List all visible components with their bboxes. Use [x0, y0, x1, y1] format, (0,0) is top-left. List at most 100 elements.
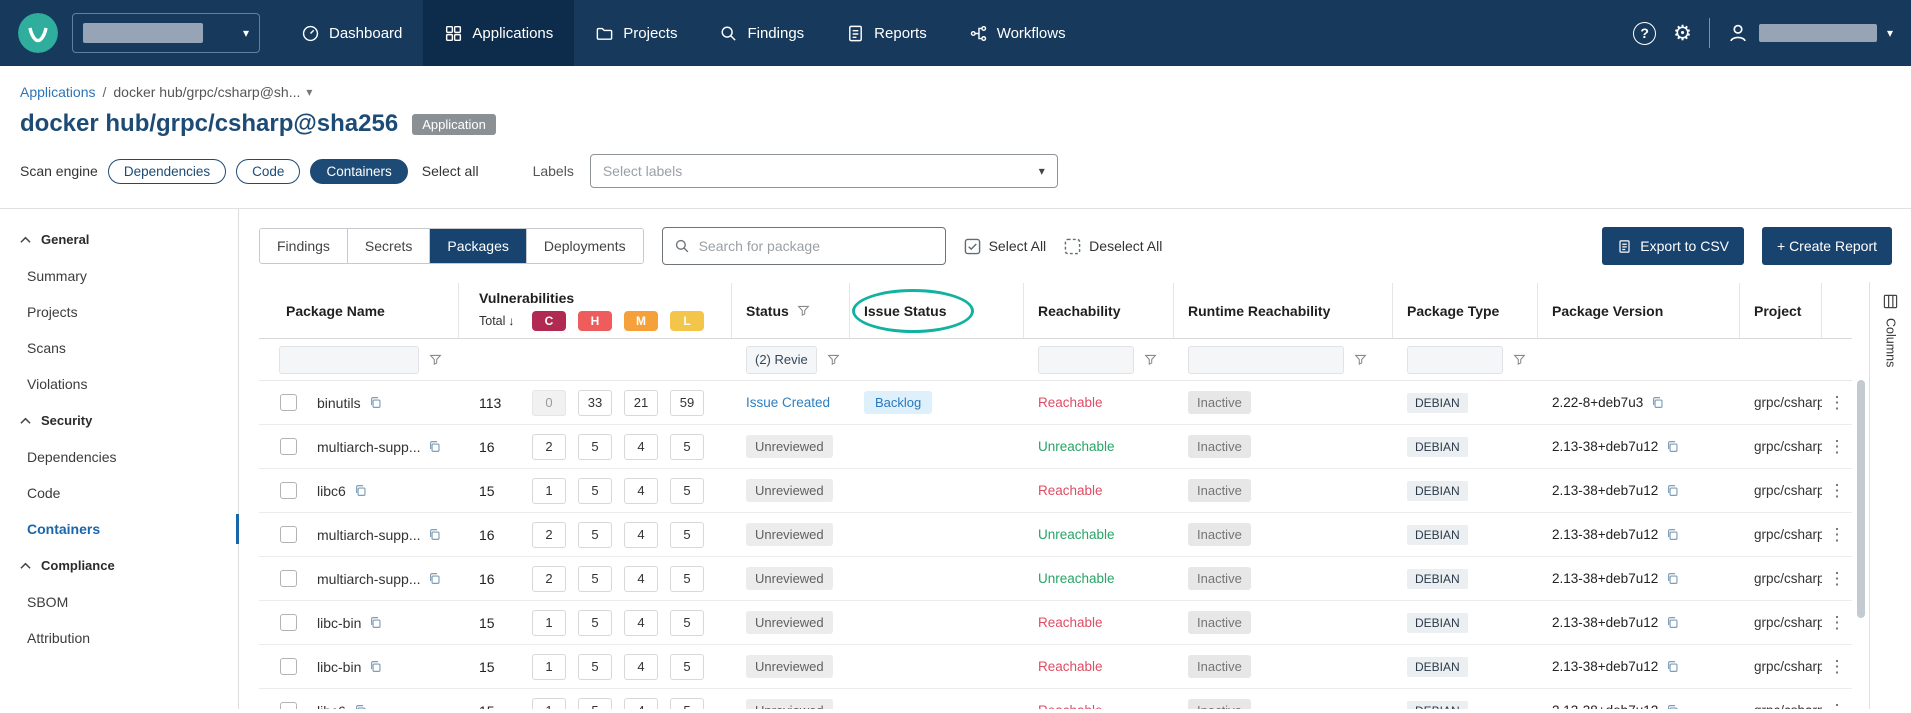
search-input[interactable]: [699, 238, 934, 254]
row-checkbox[interactable]: [280, 702, 297, 709]
breadcrumb-root-link[interactable]: Applications: [20, 84, 96, 100]
row-menu-button[interactable]: ⋮: [1822, 689, 1852, 709]
copy-icon[interactable]: [1666, 616, 1679, 629]
copy-icon[interactable]: [1651, 396, 1664, 409]
row-checkbox[interactable]: [280, 482, 297, 499]
sidebar-section-compliance[interactable]: Compliance: [0, 547, 238, 584]
status-value[interactable]: Issue Created: [746, 395, 830, 410]
status-value[interactable]: Unreviewed: [746, 523, 833, 546]
nav-item-findings[interactable]: Findings: [698, 0, 825, 66]
status-value[interactable]: Unreviewed: [746, 479, 833, 502]
copy-icon[interactable]: [369, 396, 382, 409]
scan-pill-code[interactable]: Code: [236, 159, 300, 184]
user-menu[interactable]: ▾: [1727, 22, 1893, 44]
columns-panel-button[interactable]: Columns: [1869, 282, 1911, 709]
copy-icon[interactable]: [1666, 528, 1679, 541]
copy-icon[interactable]: [369, 616, 382, 629]
deselect-all-label: Deselect All: [1089, 238, 1162, 254]
nav-item-projects[interactable]: Projects: [574, 0, 698, 66]
header-label: Reachability: [1038, 303, 1120, 319]
filter-icon[interactable]: [1144, 353, 1157, 366]
scan-pill-containers[interactable]: Containers: [310, 159, 407, 184]
nav-item-dashboard[interactable]: Dashboard: [280, 0, 423, 66]
sidebar-item-sbom[interactable]: SBOM: [0, 584, 238, 620]
runtime-reachability-filter-input[interactable]: [1188, 346, 1344, 374]
sidebar-item-scans[interactable]: Scans: [0, 330, 238, 366]
status-value[interactable]: Unreviewed: [746, 699, 833, 709]
sidebar-item-summary[interactable]: Summary: [0, 258, 238, 294]
row-checkbox[interactable]: [280, 614, 297, 631]
row-menu-button[interactable]: ⋮: [1822, 469, 1852, 512]
row-menu-button[interactable]: ⋮: [1822, 601, 1852, 644]
copy-icon[interactable]: [354, 704, 367, 709]
status-value[interactable]: Unreviewed: [746, 655, 833, 678]
copy-icon[interactable]: [428, 572, 441, 585]
copy-icon[interactable]: [1666, 704, 1679, 709]
select-all-button[interactable]: Select All: [964, 238, 1047, 255]
copy-icon[interactable]: [369, 660, 382, 673]
package-name-filter-input[interactable]: [279, 346, 419, 374]
row-menu-button[interactable]: ⋮: [1822, 381, 1852, 424]
row-checkbox[interactable]: [280, 658, 297, 675]
sort-desc-icon[interactable]: ↓: [508, 314, 514, 328]
tab-findings[interactable]: Findings: [260, 229, 348, 263]
sidebar-item-containers[interactable]: Containers: [0, 511, 238, 547]
runtime-chip: Inactive: [1188, 479, 1251, 502]
tab-packages[interactable]: Packages: [430, 229, 526, 263]
nav-item-reports[interactable]: Reports: [825, 0, 948, 66]
vuln-medium-count: 21: [624, 390, 658, 416]
row-menu-button[interactable]: ⋮: [1822, 425, 1852, 468]
sidebar-item-code[interactable]: Code: [0, 475, 238, 511]
filter-icon[interactable]: [1354, 353, 1367, 366]
copy-icon[interactable]: [428, 440, 441, 453]
issue-status-chip: Backlog: [864, 391, 932, 414]
labels-select-dropdown[interactable]: Select labels ▾: [590, 154, 1058, 188]
header-project: Project: [1740, 283, 1822, 338]
help-icon[interactable]: ?: [1633, 22, 1656, 45]
status-value[interactable]: Unreviewed: [746, 435, 833, 458]
row-checkbox[interactable]: [280, 394, 297, 411]
nav-item-workflows[interactable]: Workflows: [948, 0, 1087, 66]
export-csv-button[interactable]: Export to CSV: [1602, 227, 1744, 265]
row-checkbox[interactable]: [280, 570, 297, 587]
row-menu-button[interactable]: ⋮: [1822, 557, 1852, 600]
tab-deployments[interactable]: Deployments: [527, 229, 643, 263]
row-menu-button[interactable]: ⋮: [1822, 645, 1852, 688]
create-report-button[interactable]: + Create Report: [1762, 227, 1892, 265]
gear-icon[interactable]: ⚙: [1673, 23, 1692, 44]
tab-secrets[interactable]: Secrets: [348, 229, 430, 263]
copy-icon[interactable]: [428, 528, 441, 541]
breadcrumb-current[interactable]: docker hub/grpc/csharp@sh... ▾: [113, 84, 312, 100]
vuln-total: 15: [479, 483, 532, 499]
filter-icon[interactable]: [827, 353, 840, 366]
reachability-filter-input[interactable]: [1038, 346, 1134, 374]
copy-icon[interactable]: [1666, 660, 1679, 673]
deselect-all-button[interactable]: Deselect All: [1064, 238, 1162, 255]
row-menu-button[interactable]: ⋮: [1822, 513, 1852, 556]
sidebar-item-violations[interactable]: Violations: [0, 366, 238, 402]
status-value[interactable]: Unreviewed: [746, 567, 833, 590]
org-selector-dropdown[interactable]: ▾: [72, 13, 260, 53]
copy-icon[interactable]: [1666, 572, 1679, 585]
sidebar-item-dependencies[interactable]: Dependencies: [0, 439, 238, 475]
copy-icon[interactable]: [1666, 440, 1679, 453]
filter-icon[interactable]: [429, 353, 442, 366]
nav-item-applications[interactable]: Applications: [423, 0, 574, 66]
row-checkbox[interactable]: [280, 526, 297, 543]
sidebar-item-attribution[interactable]: Attribution: [0, 620, 238, 656]
scan-select-all[interactable]: Select all: [422, 163, 479, 179]
scrollbar-thumb[interactable]: [1857, 380, 1865, 618]
status-filter-value[interactable]: (2) Revie: [746, 346, 817, 374]
copy-icon[interactable]: [354, 484, 367, 497]
filter-icon[interactable]: [1513, 353, 1526, 366]
brand-logo[interactable]: [18, 13, 58, 53]
filter-icon[interactable]: [797, 304, 810, 317]
status-value[interactable]: Unreviewed: [746, 611, 833, 634]
scan-pill-dependencies[interactable]: Dependencies: [108, 159, 226, 184]
sidebar-section-security[interactable]: Security: [0, 402, 238, 439]
sidebar-item-projects[interactable]: Projects: [0, 294, 238, 330]
copy-icon[interactable]: [1666, 484, 1679, 497]
package-type-filter-input[interactable]: [1407, 346, 1503, 374]
sidebar-section-general[interactable]: General: [0, 221, 238, 258]
row-checkbox[interactable]: [280, 438, 297, 455]
